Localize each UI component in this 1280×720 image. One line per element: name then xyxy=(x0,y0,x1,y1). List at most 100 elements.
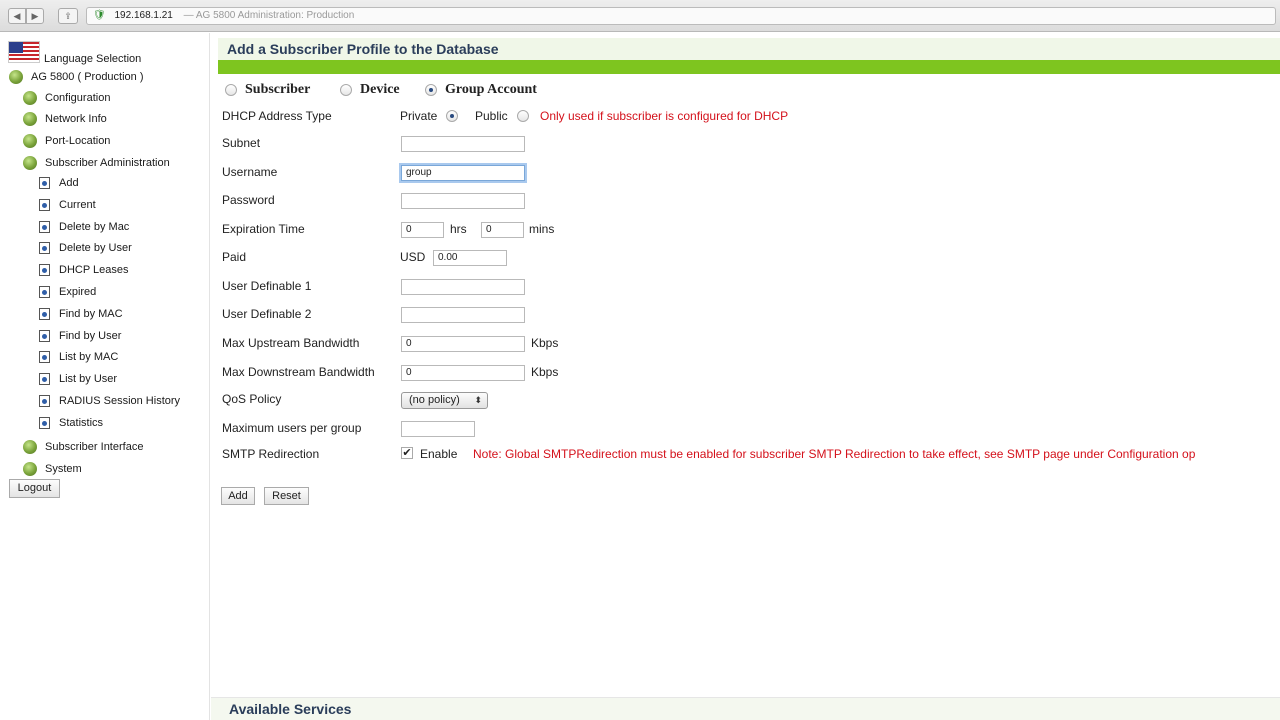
page-title-in-url: — AG 5800 Administration: Production xyxy=(183,10,355,21)
subnet-label: Subnet xyxy=(222,136,261,150)
sidebar-item-label: System xyxy=(45,463,82,475)
downstream-unit: Kbps xyxy=(531,365,559,379)
sidebar-item-label: Subscriber Interface xyxy=(45,441,144,453)
password-input[interactable] xyxy=(401,193,525,209)
smtp-redirection-label: SMTP Redirection xyxy=(222,447,320,461)
radio-selected-icon[interactable] xyxy=(425,84,437,96)
sidebar-item-label: Find by MAC xyxy=(59,308,123,320)
sidebar-item-delete-by-user[interactable]: Delete by User xyxy=(39,242,132,254)
document-icon xyxy=(39,199,50,211)
sidebar-item-network-info[interactable]: Network Info xyxy=(23,112,107,126)
mins-unit: mins xyxy=(529,222,555,236)
sidebar-item-expired[interactable]: Expired xyxy=(39,286,96,298)
enable-label: Enable xyxy=(420,447,458,461)
available-services-title: Available Services xyxy=(229,701,352,717)
document-icon xyxy=(39,286,50,298)
sidebar-item-label: Delete by User xyxy=(59,242,132,254)
radio-device[interactable]: Device xyxy=(340,82,400,98)
expiration-mins-input[interactable]: 0 xyxy=(481,222,524,238)
document-icon xyxy=(39,330,50,342)
sidebar-item-label: Find by User xyxy=(59,330,122,342)
sidebar-item-list-by-user[interactable]: List by User xyxy=(39,373,117,385)
expiration-label: Expiration Time xyxy=(222,222,305,236)
reset-button[interactable]: Reset xyxy=(264,487,309,505)
sidebar-item-find-by-user[interactable]: Find by User xyxy=(39,330,121,342)
us-flag-icon[interactable] xyxy=(8,41,40,63)
sidebar-item-configuration[interactable]: Configuration xyxy=(23,91,110,105)
subnet-input[interactable] xyxy=(401,136,525,152)
add-button[interactable]: Add xyxy=(221,487,255,505)
max-users-input[interactable] xyxy=(401,421,475,437)
radio-icon[interactable] xyxy=(340,84,352,96)
private-label: Private xyxy=(400,109,438,123)
sidebar-item-statistics[interactable]: Statistics xyxy=(39,417,103,429)
sidebar-item-label: Configuration xyxy=(45,92,111,104)
smtp-note: Note: Global SMTPRedirection must be ena… xyxy=(473,447,1196,461)
sidebar-item-label: Expired xyxy=(59,286,97,298)
security-shield-icon: 🛡 xyxy=(93,10,106,21)
accent-bar xyxy=(218,60,1280,74)
address-bar[interactable]: 🛡 192.168.1.21 — AG 5800 Administration:… xyxy=(86,7,1276,25)
username-label: Username xyxy=(222,165,278,179)
radio-private[interactable] xyxy=(446,110,458,122)
radio-subscriber[interactable]: Subscriber xyxy=(225,82,310,98)
globe-icon xyxy=(9,70,23,84)
sidebar-item-dhcp-leases[interactable]: DHCP Leases xyxy=(39,264,129,276)
updown-arrow-icon: ⬍ xyxy=(474,395,482,405)
expiration-hrs-input[interactable]: 0 xyxy=(401,222,444,238)
document-icon xyxy=(39,373,50,385)
document-icon xyxy=(39,221,50,233)
user-definable-1-input[interactable] xyxy=(401,279,525,295)
radio-icon[interactable] xyxy=(225,84,237,96)
sidebar-item-subscriber-administration[interactable]: Subscriber Administration xyxy=(23,156,170,170)
user-definable-2-input[interactable] xyxy=(401,307,525,323)
radio-label: Group Account xyxy=(445,82,537,97)
document-icon xyxy=(39,264,50,276)
sidebar-item-delete-by-mac[interactable]: Delete by Mac xyxy=(39,221,129,233)
paid-input[interactable]: 0.00 xyxy=(433,250,507,266)
radio-public[interactable] xyxy=(517,110,529,122)
sidebar-item-add[interactable]: Add xyxy=(39,177,79,189)
globe-icon xyxy=(23,112,37,126)
forward-arrow-icon[interactable]: ▶ xyxy=(26,8,44,24)
sidebar-item-subscriber-interface[interactable]: Subscriber Interface xyxy=(23,440,143,454)
sidebar-item-label: Add xyxy=(59,177,79,189)
upstream-unit: Kbps xyxy=(531,336,559,350)
max-upstream-input[interactable]: 0 xyxy=(401,336,525,352)
sidebar-item-radius-session-history[interactable]: RADIUS Session History xyxy=(39,395,180,407)
qos-selected-value: (no policy) xyxy=(409,394,460,406)
logout-button[interactable]: Logout xyxy=(9,479,60,498)
globe-icon xyxy=(23,462,37,476)
tree-root-device[interactable]: AG 5800 ( Production ) xyxy=(9,70,144,84)
language-selection-link[interactable]: Language Selection xyxy=(44,53,141,65)
max-downstream-input[interactable]: 0 xyxy=(401,365,525,381)
max-users-label: Maximum users per group xyxy=(222,421,362,435)
sidebar-item-label: Statistics xyxy=(59,417,104,429)
sidebar-item-current[interactable]: Current xyxy=(39,199,96,211)
back-arrow-icon[interactable]: ◀ xyxy=(8,8,26,24)
page-action-icon[interactable]: ⇪ xyxy=(58,8,78,24)
sidebar-item-label: Port-Location xyxy=(45,135,111,147)
username-input[interactable]: group xyxy=(401,165,525,181)
password-label: Password xyxy=(222,193,275,207)
radio-label: Device xyxy=(360,82,400,97)
document-icon xyxy=(39,417,50,429)
globe-icon xyxy=(23,91,37,105)
max-downstream-label: Max Downstream Bandwidth xyxy=(222,365,375,379)
radio-group-account[interactable]: Group Account xyxy=(425,82,537,98)
document-icon xyxy=(39,351,50,363)
currency-label: USD xyxy=(400,250,426,264)
qos-label: QoS Policy xyxy=(222,392,282,406)
paid-label: Paid xyxy=(222,250,247,264)
public-label: Public xyxy=(475,109,508,123)
browser-toolbar: ◀ ▶ ⇪ 🛡 192.168.1.21 — AG 5800 Administr… xyxy=(0,0,1280,32)
sidebar-item-list-by-mac[interactable]: List by MAC xyxy=(39,351,118,363)
sidebar-item-find-by-mac[interactable]: Find by MAC xyxy=(39,308,123,320)
sidebar-item-port-location[interactable]: Port-Location xyxy=(23,134,110,148)
qos-policy-select[interactable]: (no policy) ⬍ xyxy=(401,392,488,409)
smtp-enable-checkbox[interactable]: ✔ xyxy=(401,447,413,459)
sidebar-item-system[interactable]: System xyxy=(23,462,82,476)
tree-root-label: AG 5800 ( Production ) xyxy=(31,71,144,83)
dhcp-type-label: DHCP Address Type xyxy=(222,109,332,123)
globe-icon xyxy=(23,440,37,454)
